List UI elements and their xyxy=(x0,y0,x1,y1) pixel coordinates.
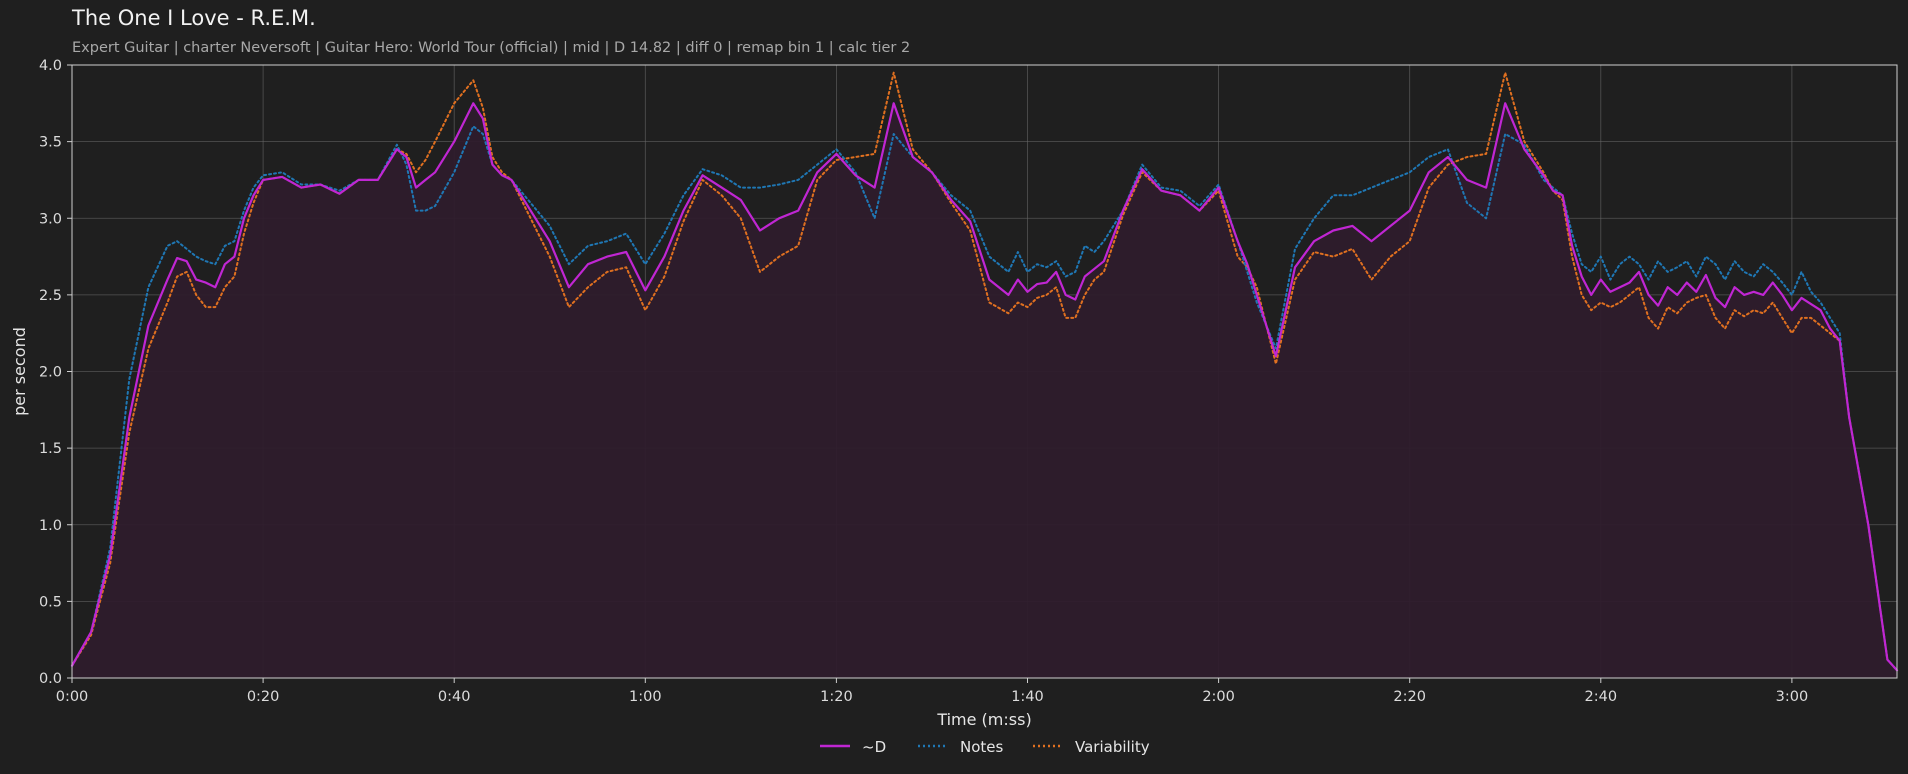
y-tick-label: 3.0 xyxy=(39,211,62,227)
x-tick-label: 2:20 xyxy=(1393,689,1426,705)
x-tick-label: 2:00 xyxy=(1202,689,1235,705)
legend: ~D Notes Variability xyxy=(820,738,1150,756)
y-tick-label: 0.5 xyxy=(39,594,62,610)
x-tick-label: 0:00 xyxy=(56,689,89,705)
x-tick-label: 1:00 xyxy=(629,689,662,705)
x-tick-label: 0:40 xyxy=(438,689,471,705)
y-tick-label: 2.5 xyxy=(39,288,62,304)
y-tick-label: 1.0 xyxy=(39,518,62,534)
y-tick-label: 0.0 xyxy=(39,671,62,687)
y-tick-label: 4.0 xyxy=(39,58,62,74)
legend-label: Variability xyxy=(1075,738,1150,756)
x-axis-label: Time (m:ss) xyxy=(936,710,1031,729)
x-tick-label: 0:20 xyxy=(247,689,280,705)
legend-label: Notes xyxy=(960,738,1004,756)
legend-label: ~D xyxy=(862,738,886,756)
x-tick-label: 1:40 xyxy=(1011,689,1044,705)
x-tick-label: 1:20 xyxy=(820,689,853,705)
y-tick-label: 3.5 xyxy=(39,135,62,151)
chart-svg: 0:00 0:20 0:40 1:00 1:20 1:40 2:00 2:20 2:40 3:00… xyxy=(10,58,1899,756)
x-tick-label: 3:00 xyxy=(1776,689,1809,705)
y-axis-label: per second xyxy=(10,327,29,416)
y-tick-label: 2.0 xyxy=(39,365,62,381)
y-tick-label: 1.5 xyxy=(39,441,62,457)
x-tick-label: 2:40 xyxy=(1585,689,1618,705)
